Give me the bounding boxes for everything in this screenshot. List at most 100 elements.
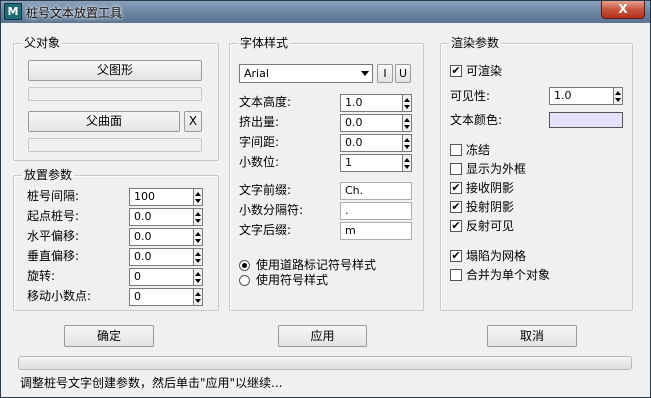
spinner-arrows-icon[interactable]	[402, 134, 412, 152]
radio-road-marker-label: 使用道路标记符号样式	[256, 258, 377, 272]
move-decimal-input[interactable]: 0	[129, 288, 193, 306]
underline-button[interactable]: U	[395, 64, 411, 83]
spinner-arrows-icon[interactable]	[193, 208, 203, 226]
checkbox-check-icon[interactable]: ✔	[450, 182, 462, 194]
text-suffix-input[interactable]: m	[340, 222, 412, 240]
start-station-input[interactable]: 0.0	[129, 208, 193, 226]
font-select-value: Arial	[244, 67, 269, 80]
visibility-spinner[interactable]: 1.0	[549, 87, 623, 105]
spinner-arrows-icon[interactable]	[193, 248, 203, 266]
render-params-legend: 渲染参数	[449, 36, 502, 50]
text-color-swatch[interactable]	[549, 112, 623, 128]
merge-single-object-label: 合并为单个对象	[466, 268, 551, 282]
close-window-button[interactable]: X	[601, 1, 645, 19]
freeze-checkbox[interactable]: 冻结	[450, 142, 590, 158]
spinner-arrows-icon[interactable]	[193, 268, 203, 286]
spinner-arrows-icon[interactable]	[402, 114, 412, 132]
collapse-to-mesh-checkbox[interactable]: ✔ 塌陷为网格	[450, 248, 590, 264]
move-decimal-label: 移动小数点:	[27, 289, 92, 303]
extrude-input[interactable]: 0.0	[340, 114, 402, 132]
station-interval-spinner[interactable]: 100	[129, 188, 203, 206]
radio-symbol-style-label: 使用符号样式	[256, 273, 329, 287]
placement-params-legend: 放置参数	[22, 168, 75, 182]
placement-params-group: 放置参数 桩号间隔: 100 起点桩号: 0.0 水平偏移: 0.0 垂直偏移:…	[13, 168, 219, 311]
dialog-client: 父对象 父图形 父曲面 X 放置参数 桩号间隔: 100 起点桩号: 0.0 水…	[8, 29, 643, 393]
spinner-arrows-icon[interactable]	[193, 188, 203, 206]
spinner-arrows-icon[interactable]	[193, 288, 203, 306]
parent-curve-field	[28, 138, 202, 152]
text-height-label: 文本高度:	[239, 95, 292, 109]
cast-shadows-checkbox[interactable]: ✔ 投射阴影	[450, 199, 590, 215]
start-station-label: 起点桩号:	[27, 209, 80, 223]
rotation-spinner[interactable]: 0	[129, 268, 203, 286]
decimal-places-input[interactable]: 1	[340, 154, 402, 172]
vertical-offset-input[interactable]: 0.0	[129, 248, 193, 266]
radio-symbol-style[interactable]: 使用符号样式	[239, 272, 414, 288]
font-select[interactable]: Arial	[239, 64, 373, 83]
move-decimal-spinner[interactable]: 0	[129, 288, 203, 306]
parent-object-group: 父对象 父图形 父曲面 X	[13, 36, 219, 161]
italic-button[interactable]: I	[377, 64, 393, 83]
renderable-checkbox[interactable]: ✔ 可渲染	[450, 63, 570, 79]
spinner-arrows-icon[interactable]	[193, 228, 203, 246]
receive-shadows-label: 接收阴影	[466, 181, 515, 195]
show-as-box-checkbox[interactable]: 显示为外框	[450, 161, 590, 177]
visible-to-reflection-checkbox[interactable]: ✔ 反射可见	[450, 218, 590, 234]
show-as-box-label: 显示为外框	[466, 162, 527, 176]
parent-curve-button[interactable]: 父曲面	[28, 111, 180, 132]
text-height-spinner[interactable]: 1.0	[340, 94, 412, 112]
char-spacing-input[interactable]: 0.0	[340, 134, 402, 152]
station-interval-input[interactable]: 100	[129, 188, 193, 206]
decimal-places-spinner[interactable]: 1	[340, 154, 412, 172]
char-spacing-label: 字间距:	[239, 135, 280, 149]
dialog-window: M 桩号文本放置工具 X 父对象 父图形 父曲面 X 放置参数 桩号间隔: 10…	[0, 0, 651, 398]
parent-object-legend: 父对象	[22, 36, 63, 50]
checkbox-check-icon[interactable]: ✔	[450, 65, 462, 77]
rotation-input[interactable]: 0	[129, 268, 193, 286]
text-color-label: 文本颜色:	[450, 113, 503, 127]
radio-road-marker-style[interactable]: 使用道路标记符号样式	[239, 257, 414, 273]
horizontal-offset-input[interactable]: 0.0	[129, 228, 193, 246]
collapse-to-mesh-label: 塌陷为网格	[466, 249, 527, 263]
title-bar[interactable]: M 桩号文本放置工具 X	[1, 1, 650, 23]
cast-shadows-label: 投射阴影	[466, 200, 515, 214]
checkbox-icon[interactable]	[450, 163, 462, 175]
font-style-legend: 字体样式	[238, 36, 291, 50]
extrude-label: 挤出量:	[239, 115, 280, 129]
checkbox-check-icon[interactable]: ✔	[450, 201, 462, 213]
vertical-offset-label: 垂直偏移:	[27, 249, 80, 263]
spinner-arrows-icon[interactable]	[402, 154, 412, 172]
parent-shape-button[interactable]: 父图形	[28, 60, 202, 81]
text-height-input[interactable]: 1.0	[340, 94, 402, 112]
horizontal-offset-spinner[interactable]: 0.0	[129, 228, 203, 246]
radio-dot-icon[interactable]	[239, 260, 250, 271]
render-params-group: 渲染参数 ✔ 可渲染 可见性: 1.0 文本颜色: 冻结 显示为外框 ✔ 接收阴…	[440, 36, 633, 311]
extrude-spinner[interactable]: 0.0	[340, 114, 412, 132]
rotation-label: 旋转:	[27, 269, 56, 283]
checkbox-check-icon[interactable]: ✔	[450, 250, 462, 262]
checkbox-check-icon[interactable]: ✔	[450, 220, 462, 232]
checkbox-icon[interactable]	[450, 269, 462, 281]
merge-single-object-checkbox[interactable]: 合并为单个对象	[450, 267, 610, 283]
visible-to-reflection-label: 反射可见	[466, 219, 515, 233]
start-station-spinner[interactable]: 0.0	[129, 208, 203, 226]
text-prefix-input[interactable]: Ch.	[340, 182, 412, 200]
apply-button[interactable]: 应用	[278, 325, 367, 347]
cancel-button[interactable]: 取消	[487, 325, 577, 347]
visibility-label: 可见性:	[450, 89, 491, 103]
checkbox-icon[interactable]	[450, 144, 462, 156]
decimal-separator-label: 小数分隔符:	[239, 203, 304, 217]
renderable-label: 可渲染	[466, 64, 503, 78]
font-style-group: 字体样式 Arial I U 文本高度: 1.0 挤出量: 0.0 字间距: 0…	[229, 36, 424, 311]
ok-button[interactable]: 确定	[64, 325, 154, 347]
clear-parent-curve-button[interactable]: X	[184, 111, 202, 132]
spinner-arrows-icon[interactable]	[402, 94, 412, 112]
radio-dot-icon[interactable]	[239, 275, 250, 286]
vertical-offset-spinner[interactable]: 0.0	[129, 248, 203, 266]
visibility-input[interactable]: 1.0	[549, 87, 613, 105]
spinner-arrows-icon[interactable]	[613, 87, 623, 105]
receive-shadows-checkbox[interactable]: ✔ 接收阴影	[450, 180, 590, 196]
decimal-separator-input[interactable]: .	[340, 202, 412, 220]
char-spacing-spinner[interactable]: 0.0	[340, 134, 412, 152]
station-interval-label: 桩号间隔:	[27, 189, 80, 203]
